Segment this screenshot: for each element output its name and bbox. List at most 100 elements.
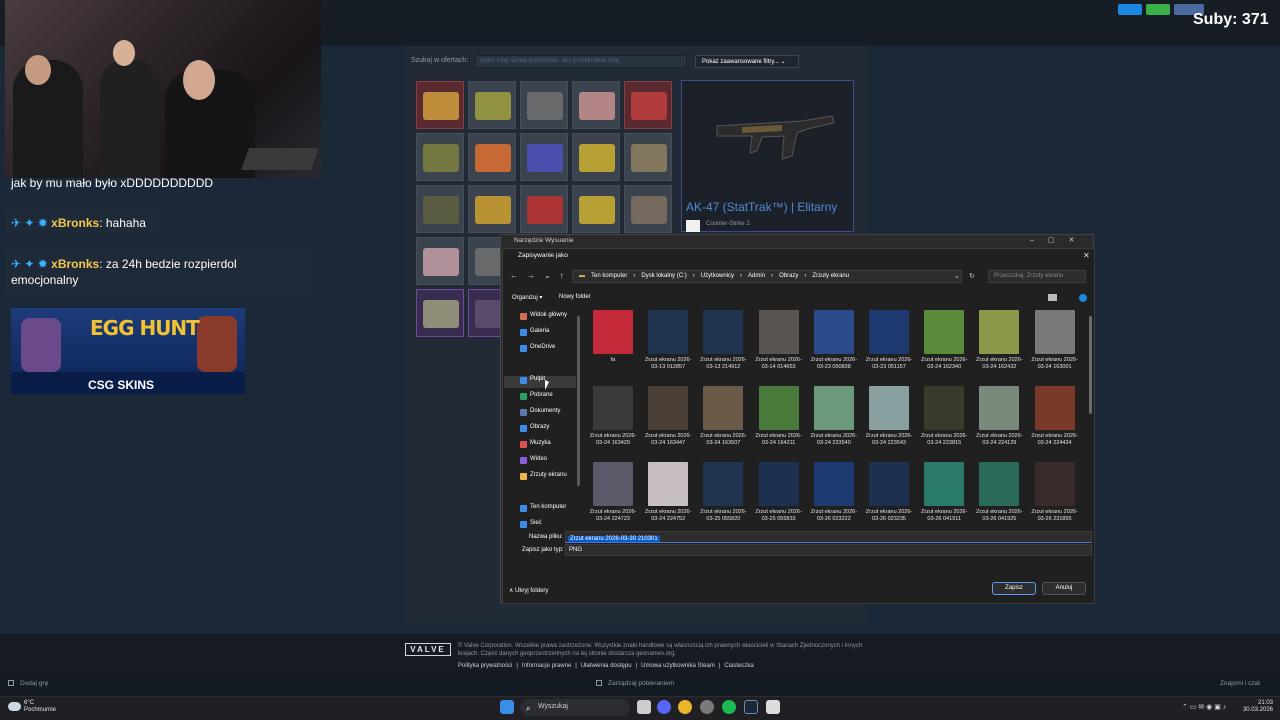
tool-window-controls[interactable]: –▢✕ (1030, 236, 1088, 244)
file-tile[interactable]: Zrzut ekranu 2026-03-25 055820 (697, 462, 749, 526)
app-icon[interactable] (700, 700, 714, 714)
dialog-search-input[interactable]: Przeszukaj: Zrzuty ekranu (988, 270, 1086, 283)
file-tile[interactable]: Zrzut ekranu 2026-03-24 224723 (587, 462, 639, 526)
cancel-button[interactable]: Anuluj (1042, 582, 1086, 595)
discord-icon[interactable] (657, 700, 671, 714)
inventory-slot[interactable] (624, 133, 672, 181)
refresh-icon[interactable]: ↻ (969, 272, 975, 280)
breadcrumb-item[interactable]: Dysk lokalny (C:) (641, 273, 686, 279)
inventory-slot[interactable] (520, 81, 568, 129)
nav-arrows[interactable]: ←→⌄↑ (510, 271, 573, 280)
task-view-icon[interactable] (637, 700, 651, 714)
file-tile[interactable]: Zrzut ekranu 2026-03-24 163507 (697, 386, 749, 460)
nav-item[interactable]: Zrzuty ekranu (504, 472, 576, 484)
inventory-slot[interactable] (468, 81, 516, 129)
item-title[interactable]: AK-47 (StatTrak™) | Elitarny (686, 200, 837, 214)
file-tile[interactable]: Zrzut ekranu 2026-03-25 055833 (753, 462, 805, 526)
nav-item[interactable]: Muzyka (504, 440, 576, 452)
file-tile[interactable]: Zrzut ekranu 2026-03-26 041925 (973, 462, 1025, 526)
file-tile[interactable]: Zrzut ekranu 2026-03-24 224752 (642, 462, 694, 526)
file-tile[interactable]: Zrzut ekranu 2026-03-26 231855 (1029, 462, 1081, 526)
windows-start-icon[interactable] (500, 700, 514, 714)
filetype-select[interactable]: PNG (565, 544, 1092, 556)
nav-scrollbar[interactable] (577, 316, 580, 486)
file-tile[interactable]: Zrzut ekranu 2026-03-24 162340 (918, 310, 970, 384)
chrome-icon[interactable] (678, 700, 692, 714)
breadcrumb-item[interactable]: Obrazy (779, 273, 798, 279)
friends-chat-button[interactable]: Znajomi i czat (1220, 680, 1260, 687)
taskbar-search[interactable]: Wyszukaj (520, 699, 630, 716)
nav-item[interactable]: Dokumenty (504, 408, 576, 420)
inventory-slot[interactable] (416, 81, 464, 129)
inventory-slot[interactable] (624, 81, 672, 129)
inventory-slot[interactable] (572, 81, 620, 129)
file-tile[interactable]: Zrzut ekranu 2026-03-24 163447 (642, 386, 694, 460)
new-folder-button[interactable]: Nowy folder (559, 294, 591, 300)
inventory-slot[interactable] (416, 185, 464, 233)
file-tile[interactable]: Zrzut ekranu 2026-03-24 163001 (1029, 310, 1081, 384)
app-window-icon[interactable] (766, 700, 780, 714)
steam-icon[interactable] (744, 700, 758, 714)
breadcrumb-item[interactable]: Ten komputer (591, 273, 627, 279)
file-tile[interactable]: Zrzut ekranu 2026-03-26 041911 (918, 462, 970, 526)
file-tile[interactable]: Zrzut ekranu 2026-03-26 023222 (808, 462, 860, 526)
inventory-slot[interactable] (468, 185, 516, 233)
inventory-slot[interactable] (468, 133, 516, 181)
inventory-slot[interactable] (416, 289, 464, 337)
add-game-button[interactable]: Dodaj grę (20, 680, 48, 687)
footer-link[interactable]: Ułatwienia dostępu (581, 663, 632, 669)
file-tile[interactable]: Zrzut ekranu 2026-03-24 163429 (587, 386, 639, 460)
view-icon[interactable] (1048, 294, 1057, 301)
weather-widget[interactable]: 6°C Pochmurnie (24, 700, 56, 714)
footer-link[interactable]: Umowa użytkownika Steam (641, 663, 715, 669)
inventory-slot[interactable] (572, 133, 620, 181)
inventory-slot[interactable] (572, 185, 620, 233)
nav-item[interactable]: Widok główny (504, 312, 576, 324)
file-tile[interactable]: Zrzut ekranu 2026-03-14 014653 (753, 310, 805, 384)
file-tile[interactable]: Zrzut ekranu 2026-03-24 164211 (753, 386, 805, 460)
nav-item[interactable]: Wideo (504, 456, 576, 468)
nav-item[interactable]: Obrazy (504, 424, 576, 436)
chevron-down-icon[interactable]: ⌄ (954, 272, 960, 280)
breadcrumb-item[interactable]: Użytkownicy (701, 273, 734, 279)
nav-item[interactable]: Galeria (504, 328, 576, 340)
files-scrollbar[interactable] (1089, 316, 1092, 414)
inventory-slot[interactable] (624, 185, 672, 233)
offer-search-input[interactable]: wpisz tutaj nazwę przedmiotu, aby przefi… (475, 55, 687, 68)
nav-item[interactable]: OneDrive (504, 344, 576, 356)
spotify-icon[interactable] (722, 700, 736, 714)
inventory-slot[interactable] (416, 133, 464, 181)
organize-menu[interactable]: Organizuj ▾ (512, 294, 542, 301)
address-bar[interactable]: ▬ Ten komputer › Dysk lokalny (C:) › Użytkown… (572, 270, 962, 283)
inventory-slot[interactable] (416, 237, 464, 285)
tray-icons[interactable]: ⌃ ▭ ✉ ◉ ▣ ♪ (1182, 703, 1226, 711)
inventory-slot[interactable] (520, 133, 568, 181)
file-tile[interactable]: Zrzut ekranu 2026-03-24 223815 (918, 386, 970, 460)
clock[interactable]: 21:03 30.03.2026 (1241, 700, 1273, 714)
inventory-slot[interactable] (520, 185, 568, 233)
file-tile[interactable]: Zrzut ekranu 2026-03-26 023235 (863, 462, 915, 526)
filename-input[interactable]: Zrzut ekranu 2026-03-30 210301 (565, 531, 1092, 543)
help-icon[interactable] (1079, 294, 1087, 302)
file-tile[interactable]: Zrzut ekranu 2026-03-24 224424 (1029, 386, 1081, 460)
footer-link[interactable]: Polityka prywatności (458, 663, 512, 669)
file-tile[interactable]: Zrzut ekranu 2026-03-24 223543 (863, 386, 915, 460)
file-tile[interactable]: Zrzut ekranu 2026-03-24 224129 (973, 386, 1025, 460)
advanced-filters-button[interactable]: Pokaż zaawansowane filtry... ⌄ (695, 55, 799, 68)
footer-link[interactable]: Ciasteczka (724, 663, 753, 669)
footer-link[interactable]: Informacje prawne (522, 663, 571, 669)
nav-item[interactable]: Ten komputer (504, 504, 576, 516)
nav-item[interactable]: Pobrane (504, 392, 576, 404)
file-tile[interactable]: Zrzut ekranu 2026-03-24 162432 (973, 310, 1025, 384)
manage-downloads-button[interactable]: Zarządzaj pobieraniem (608, 680, 674, 687)
file-tile[interactable]: fa (587, 310, 639, 384)
file-tile[interactable]: Zrzut ekranu 2026-03-23 051157 (863, 310, 915, 384)
breadcrumb-item[interactable]: Zrzuty ekranu (812, 273, 849, 279)
file-tile[interactable]: Zrzut ekranu 2026-03-13 214912 (697, 310, 749, 384)
file-tile[interactable]: Zrzut ekranu 2026-03-23 050838 (808, 310, 860, 384)
breadcrumb-item[interactable]: Admin (748, 273, 765, 279)
file-tile[interactable]: Zrzut ekranu 2026-03-13 012857 (642, 310, 694, 384)
nav-item[interactable]: Pulpit (504, 376, 576, 388)
hide-folders-button[interactable]: ∧ Ukryj foldery (509, 587, 548, 594)
file-tile[interactable]: Zrzut ekranu 2026-03-24 223540 (808, 386, 860, 460)
